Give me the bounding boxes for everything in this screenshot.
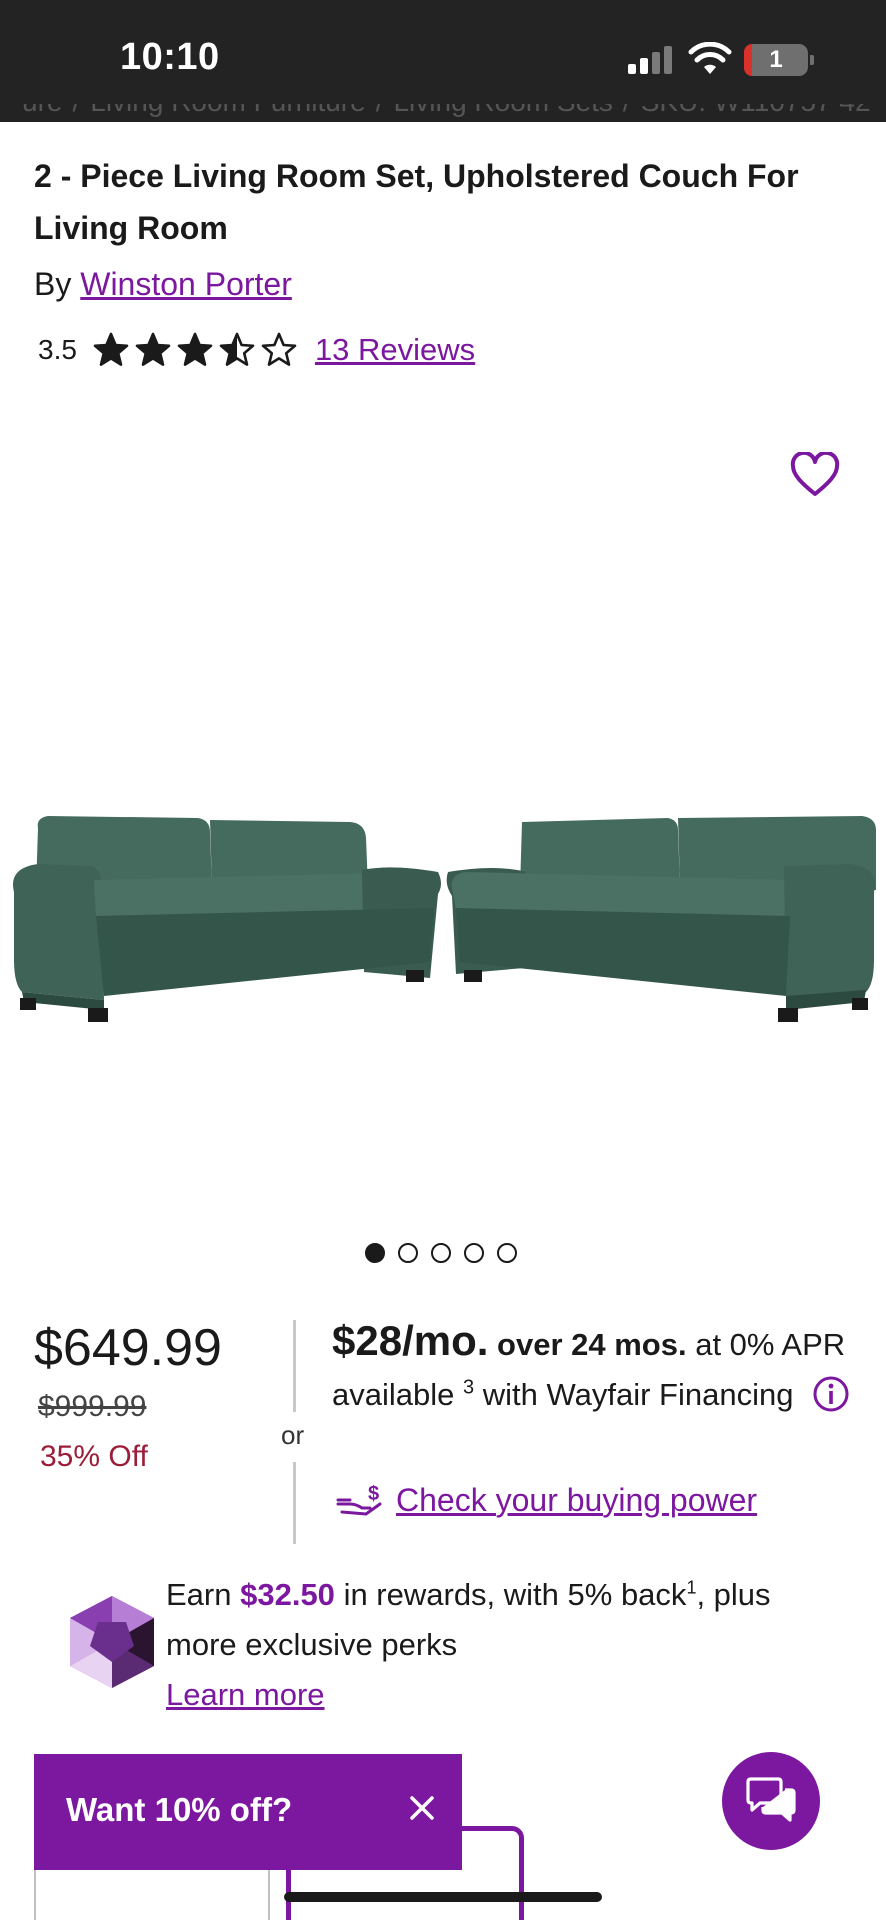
chat-icon (746, 1777, 796, 1822)
star-filled-icon (93, 332, 129, 366)
star-empty-icon (261, 332, 297, 366)
rating-row: 3.5 13 Reviews (38, 330, 475, 370)
status-time: 10:10 (120, 36, 220, 78)
battery-icon: 1 (744, 44, 814, 76)
svg-text:$: $ (368, 1483, 379, 1505)
or-label: or (281, 1420, 305, 1450)
breadcrumb-item[interactable]: Living Room Sets (393, 104, 612, 117)
price: $649.99 (34, 1319, 222, 1377)
brand-link[interactable]: Winston Porter (80, 266, 292, 302)
close-icon[interactable] (404, 1790, 440, 1826)
divider (293, 1320, 296, 1412)
learn-more-link[interactable]: Learn more (166, 1677, 325, 1712)
discount-label: 35% Off (40, 1440, 148, 1473)
footnote-marker: 3 (463, 1376, 475, 1399)
financing-offer: $28/mo. over 24 mos. at 0% APR available… (332, 1316, 862, 1420)
financing-term: over 24 mos. (497, 1327, 687, 1362)
footnote-marker: 1 (686, 1577, 697, 1598)
rewards-gem-icon (70, 1596, 154, 1688)
monthly-price: $28/mo. (332, 1317, 489, 1364)
breadcrumb: ure / Living Room Furniture / Living Room Se… (22, 104, 882, 126)
breadcrumb-item[interactable]: ure (22, 104, 62, 117)
breadcrumb-separator: / (623, 104, 631, 117)
pagination-dot[interactable] (464, 1243, 484, 1263)
chat-button[interactable] (722, 1752, 820, 1850)
image-pagination (365, 1243, 517, 1263)
rating-value: 3.5 (38, 334, 77, 365)
star-filled-icon (135, 332, 171, 366)
rewards-detail: in rewards, with 5% back (343, 1577, 687, 1612)
reviews-link[interactable]: 13 Reviews (315, 332, 475, 368)
pagination-dot[interactable] (398, 1243, 418, 1263)
pagination-dot[interactable] (365, 1243, 385, 1263)
pagination-dot[interactable] (431, 1243, 451, 1263)
breadcrumb-separator: / (376, 104, 384, 117)
was-price: $999.99 (38, 1390, 147, 1423)
star-half-icon (219, 332, 255, 366)
rewards-earn-label: Earn (166, 1577, 232, 1612)
rewards-text: Earn $32.50 in rewards, with 5% back1, p… (166, 1570, 846, 1720)
sku-label: SKU: W110757 42 (641, 104, 871, 117)
brand-byline: By Winston Porter (34, 266, 292, 303)
buying-power-link[interactable]: $ Check your buying power (336, 1480, 757, 1520)
promo-banner[interactable]: Want 10% off? (34, 1754, 462, 1870)
check-buying-power-link[interactable]: Check your buying power (396, 1482, 757, 1519)
promo-text: Want 10% off? (66, 1791, 293, 1828)
sofa-left (13, 816, 441, 1022)
wifi-icon (688, 42, 732, 74)
star-rating (93, 332, 297, 368)
divider (293, 1462, 296, 1544)
hand-money-icon: $ (336, 1483, 382, 1516)
home-indicator (284, 1892, 602, 1902)
sofa-right (446, 816, 876, 1022)
breadcrumb-item[interactable]: Living Room Furniture (90, 104, 365, 117)
rewards-amount: $32.50 (240, 1577, 335, 1612)
signal-icon (628, 46, 674, 74)
heart-icon[interactable] (790, 452, 840, 498)
by-label: By (34, 266, 72, 302)
product-title: 2 - Piece Living Room Set, Upholstered C… (34, 158, 799, 246)
breadcrumb-separator: / (72, 104, 80, 117)
star-filled-icon (177, 332, 213, 366)
product-image[interactable] (0, 760, 886, 1060)
pagination-dot[interactable] (497, 1243, 517, 1263)
financing-provider: with Wayfair Financing (482, 1377, 794, 1412)
info-icon[interactable] (812, 1375, 850, 1413)
